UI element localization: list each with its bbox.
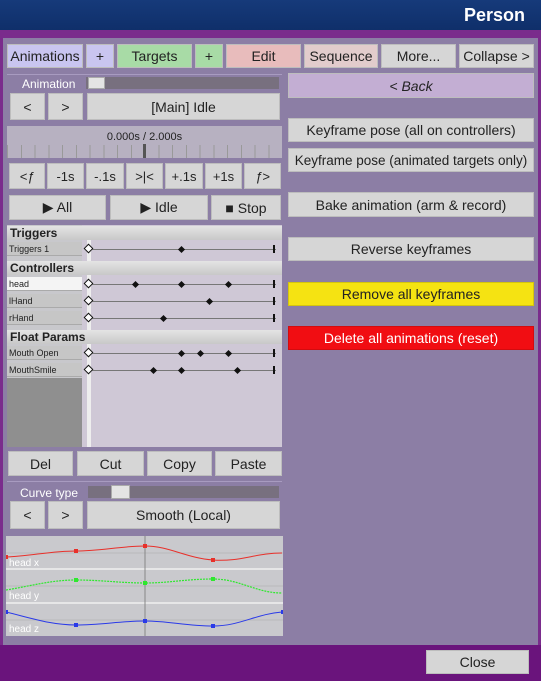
curve-type-label: Curve type	[20, 486, 79, 500]
dopesheet-empty-labels	[7, 378, 82, 447]
play-idle-button[interactable]: ▶ Idle	[110, 195, 208, 220]
track-end	[273, 245, 275, 253]
tab-edit[interactable]: Edit	[226, 44, 301, 68]
keyframe-controllers-button[interactable]: Keyframe pose (all on controllers)	[288, 118, 534, 142]
reverse-keyframes-button[interactable]: Reverse keyframes	[288, 237, 534, 261]
track-end	[273, 280, 275, 288]
row-mouth-open[interactable]: Mouth Open	[7, 346, 82, 360]
row-rhand[interactable]: rHand	[7, 311, 82, 325]
next-keyframe-button[interactable]: ƒ>	[244, 163, 281, 189]
head-z-keyframe[interactable]	[6, 610, 8, 614]
current-animation[interactable]: [Main] Idle	[87, 93, 280, 120]
delete-button[interactable]: Del	[8, 451, 73, 476]
cut-button[interactable]: Cut	[77, 451, 144, 476]
head-y-keyframe[interactable]	[211, 577, 215, 581]
tab-sequence[interactable]: Sequence	[304, 44, 378, 68]
head-z-keyframe[interactable]	[74, 623, 78, 627]
head-x-keyframe[interactable]	[143, 544, 147, 548]
head-z-keyframe[interactable]	[211, 624, 215, 628]
prev-keyframe-button[interactable]: <ƒ	[9, 163, 45, 189]
prev-curve-button[interactable]: <	[10, 501, 45, 529]
stop-button[interactable]: ■ Stop	[211, 195, 281, 220]
paste-button[interactable]: Paste	[215, 451, 282, 476]
head-y-keyframe[interactable]	[74, 578, 78, 582]
head-z-keyframe[interactable]	[281, 610, 283, 614]
track-end	[273, 349, 275, 357]
head-x-keyframe[interactable]	[6, 555, 8, 559]
track-end	[273, 314, 275, 322]
animation-label: Animation	[22, 77, 76, 91]
title-bar	[0, 0, 541, 30]
tab-targets[interactable]: Targets	[117, 44, 192, 68]
back-button[interactable]: < Back	[288, 73, 534, 98]
collapse-button[interactable]: Collapse >	[459, 44, 534, 68]
remove-all-keyframes-button[interactable]: Remove all keyframes	[288, 282, 534, 306]
window-title: Person	[463, 5, 525, 25]
tab-more[interactable]: More...	[381, 44, 456, 68]
delete-all-animations-button[interactable]: Delete all animations (reset)	[288, 326, 534, 350]
triggers-header: Triggers	[7, 226, 282, 240]
current-curve-type[interactable]: Smooth (Local)	[87, 501, 280, 529]
scrubber-playhead	[143, 144, 146, 158]
row-triggers-1[interactable]: Triggers 1	[7, 242, 82, 256]
float-params-header: Float Params	[7, 330, 282, 344]
graph-label-y: head y	[9, 591, 39, 602]
next-animation-button[interactable]: >	[48, 93, 83, 120]
curve-graphs[interactable]: head x head y head z	[6, 536, 283, 636]
time-display: 0.000s / 2.000s	[106, 131, 183, 143]
snap-button[interactable]: >|<	[126, 163, 163, 189]
minus-1s-button[interactable]: -1s	[47, 163, 84, 189]
add-target-button[interactable]: +	[195, 44, 223, 68]
row-lhand[interactable]: lHand	[7, 294, 82, 308]
track-end	[273, 366, 275, 374]
copy-button[interactable]: Copy	[147, 451, 212, 476]
close-button[interactable]: Close	[426, 650, 529, 674]
plus-1s-button[interactable]: +1s	[205, 163, 242, 189]
track-line	[88, 301, 276, 302]
curve-type-slider-knob[interactable]	[111, 485, 130, 499]
keyframe-targets-button[interactable]: Keyframe pose (animated targets only)	[288, 148, 534, 172]
row-mouth-smile[interactable]: MouthSmile	[7, 363, 82, 377]
plus-01s-button[interactable]: +.1s	[165, 163, 203, 189]
animation-slider[interactable]	[86, 77, 279, 89]
animation-slider-knob[interactable]	[88, 77, 105, 89]
next-curve-button[interactable]: >	[48, 501, 83, 529]
bake-animation-button[interactable]: Bake animation (arm & record)	[288, 192, 534, 217]
minus-01s-button[interactable]: -.1s	[86, 163, 124, 189]
controllers-header: Controllers	[7, 261, 282, 275]
head-y-keyframe[interactable]	[143, 581, 147, 585]
prev-animation-button[interactable]: <	[10, 93, 45, 120]
tab-animations[interactable]: Animations	[7, 44, 83, 68]
track-end	[273, 297, 275, 305]
graph-label-z: head z	[9, 624, 39, 635]
play-all-button[interactable]: ▶ All	[9, 195, 106, 220]
graph-label-x: head x	[9, 558, 39, 569]
row-head[interactable]: head	[7, 277, 82, 291]
track-line	[88, 318, 276, 319]
add-animation-button[interactable]: +	[86, 44, 114, 68]
head-x-keyframe[interactable]	[211, 558, 215, 562]
head-x-keyframe[interactable]	[74, 549, 78, 553]
head-z-keyframe[interactable]	[143, 619, 147, 623]
